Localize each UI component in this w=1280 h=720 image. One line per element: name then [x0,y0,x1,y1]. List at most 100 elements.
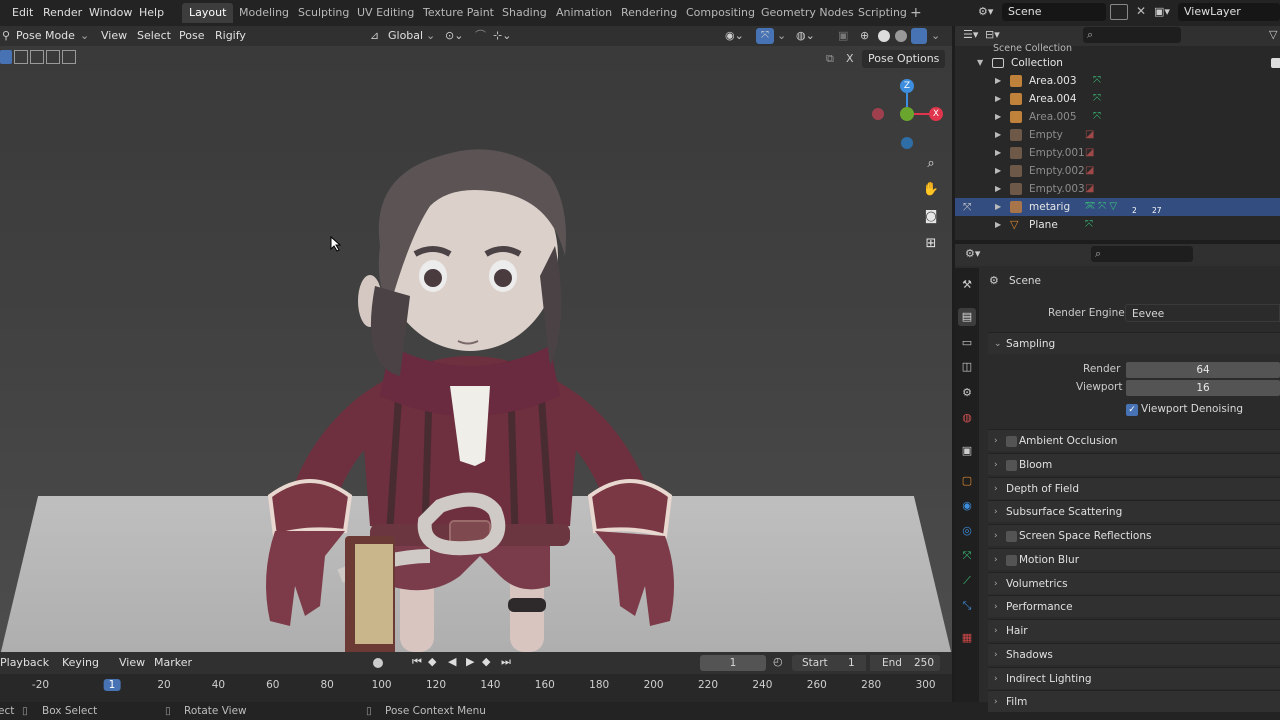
menu-marker[interactable]: Marker [154,655,192,671]
outliner-row[interactable]: ▶ Area.003 ⤧ [955,72,1280,90]
tab-modeling[interactable]: Modeling [232,3,296,23]
constraint-icon[interactable]: ◪ [1085,144,1094,162]
rendered-shading-icon[interactable] [911,28,927,44]
scene-selector[interactable]: Scene [1002,3,1106,21]
close-x-label[interactable]: X [846,52,854,65]
overlay-icon[interactable]: ◍⌄ [796,28,815,44]
chevron-down-icon[interactable]: ⌄ [777,28,786,44]
wireframe-shading-icon[interactable]: ⊕ [860,28,869,44]
viewport-denoising-checkbox[interactable]: ✓ [1126,404,1138,416]
texture-tab-icon[interactable]: ▦ [958,629,976,647]
tool-tab-icon[interactable]: ⚒ [958,276,976,294]
outliner-display-icon[interactable]: ☰▾ [963,28,978,41]
expand-chevron-icon[interactable]: ▶ [995,90,1001,108]
tab-animation[interactable]: Animation [549,3,619,23]
mode-selector[interactable]: Pose Mode [16,28,75,44]
outliner-row[interactable]: ▶ metarig ⤧ ⤧ ⤧ ⤧ ▽ 2 27 [955,198,1280,216]
data-icon[interactable]: ⤧ [1093,72,1101,90]
prev-keyframe-icon[interactable]: ◆ [428,655,436,668]
menu-help[interactable]: Help [139,5,164,21]
viewlayer-selector[interactable]: ViewLayer [1178,3,1280,21]
3d-viewport[interactable]: Z X ⌕ ✋ ◙ ⊞ ⧉ X Pose Options [0,46,952,652]
panel-motion-blur[interactable]: › Motion Blur [988,547,1280,570]
tab-sculpting[interactable]: Sculpting [291,3,356,23]
collection-tab-icon[interactable]: ▣ [958,442,976,460]
tab-uv-editing[interactable]: UV Editing [350,3,421,23]
output-tab-icon[interactable]: ▭ [958,334,976,352]
record-icon[interactable] [373,658,383,668]
panel-subsurface-scattering[interactable]: › Subsurface Scattering [988,500,1280,523]
gizmo-x-axis[interactable]: X [929,107,943,121]
outliner-row[interactable]: ▶ Empty.002 ◪ [955,162,1280,180]
panel-hair[interactable]: › Hair [988,619,1280,641]
material-shading-icon[interactable] [895,30,907,42]
data-icon[interactable]: ⤧ [1093,90,1101,108]
render-samples-field[interactable]: 64 [1126,362,1280,378]
menu-select[interactable]: Select [137,28,171,44]
snap-options-icon[interactable]: ⊹⌄ [493,28,511,44]
render-tab-icon[interactable]: ▤ [958,308,976,326]
expand-chevron-icon[interactable]: ▶ [995,108,1001,126]
jump-start-icon[interactable]: ⏮ [412,655,422,669]
pose-options-dropdown[interactable]: Pose Options [862,50,946,68]
next-keyframe-icon[interactable]: ◆ [482,655,490,668]
expand-chevron-icon[interactable]: ▶ [995,162,1001,180]
outliner-row[interactable]: ▶ Area.005 ⤧ [955,108,1280,126]
add-workspace-button[interactable]: + [903,3,929,23]
panel-ambient-occlusion[interactable]: › Ambient Occlusion [988,429,1280,451]
modifier-tab-icon[interactable]: ◉ [958,497,976,515]
panel-bloom[interactable]: › Bloom [988,452,1280,475]
data-icon[interactable]: ⤧ [1093,108,1101,126]
start-frame-field[interactable]: 1 [848,655,855,671]
panel-screen-space-reflections[interactable]: › Screen Space Reflections [988,524,1280,546]
viewlayer-icon[interactable]: ▣▾ [1154,5,1170,18]
render-engine-dropdown[interactable]: Eevee [1125,304,1280,322]
chevron-down-icon[interactable]: ⌄ [931,28,940,44]
view-layer-tab-icon[interactable]: ◫ [958,358,976,376]
panel-enable-checkbox[interactable] [1006,531,1017,542]
bone-tab-icon[interactable]: ⟋ [958,572,976,590]
collection-row[interactable]: ▼ Collection [955,54,1280,72]
object-data-tab-icon[interactable]: ⤧ [958,547,976,565]
tab-shading[interactable]: Shading [495,3,554,23]
gizmo-toggle-icon[interactable]: ⤧ [756,28,774,44]
outliner-row[interactable]: ▶ Empty ◪ [955,126,1280,144]
outliner-row[interactable]: ▶ ▽ Plane ⤧ [955,216,1280,234]
properties-editor-icon[interactable]: ⚙▾ [965,247,980,260]
constraint-icon[interactable]: ◪ [1085,162,1094,180]
sampling-panel-header[interactable]: ⌄ Sampling [988,332,1280,354]
menu-timeline-view[interactable]: View [119,655,145,671]
menu-view[interactable]: View [101,28,127,44]
menu-keying[interactable]: Keying [62,655,99,671]
constraint-icon[interactable]: ◪ [1085,180,1094,198]
menu-playback[interactable]: Playback [0,655,49,671]
play-icon[interactable]: ▶ [466,655,474,668]
select-invert-icon[interactable] [46,50,60,64]
expand-chevron-icon[interactable]: ▼ [977,54,983,72]
panel-volumetrics[interactable]: › Volumetrics [988,571,1280,594]
expand-chevron-icon[interactable]: ▶ [995,72,1001,90]
panel-indirect-lighting[interactable]: › Indirect Lighting [988,666,1280,689]
physics-tab-icon[interactable]: ◎ [958,522,976,540]
panel-enable-checkbox[interactable] [1006,554,1017,566]
orientation-selector[interactable]: Global [388,28,423,44]
panel-depth-of-field[interactable]: › Depth of Field [988,476,1280,499]
zoom-icon[interactable]: ⌕ [920,153,942,175]
pan-hand-icon[interactable]: ✋ [920,179,942,201]
menu-window[interactable]: Window [89,5,132,21]
jump-end-icon[interactable]: ⏭ [501,655,511,669]
funnel-icon[interactable]: ▽ [1269,28,1277,41]
xray-icon[interactable]: ▣ [838,28,848,44]
filter-icon[interactable]: ⊟▾ [985,28,1000,41]
properties-search-input[interactable]: ⌕ [1091,246,1193,262]
panel-film[interactable]: › Film [988,690,1280,713]
panel-enable-checkbox[interactable] [1006,459,1017,471]
outliner-row[interactable]: ▶ Empty.001 ◪ [955,144,1280,162]
expand-chevron-icon[interactable]: ▶ [995,144,1001,162]
outliner-search-input[interactable]: ⌕ [1083,27,1181,43]
select-new-icon[interactable] [0,50,12,64]
copy-scene-icon[interactable] [1110,4,1128,20]
pivot-icon[interactable]: ⊙⌄ [445,28,463,44]
gizmo-neg-z-axis[interactable] [901,137,913,149]
object-tab-icon[interactable]: ▢ [958,472,976,490]
